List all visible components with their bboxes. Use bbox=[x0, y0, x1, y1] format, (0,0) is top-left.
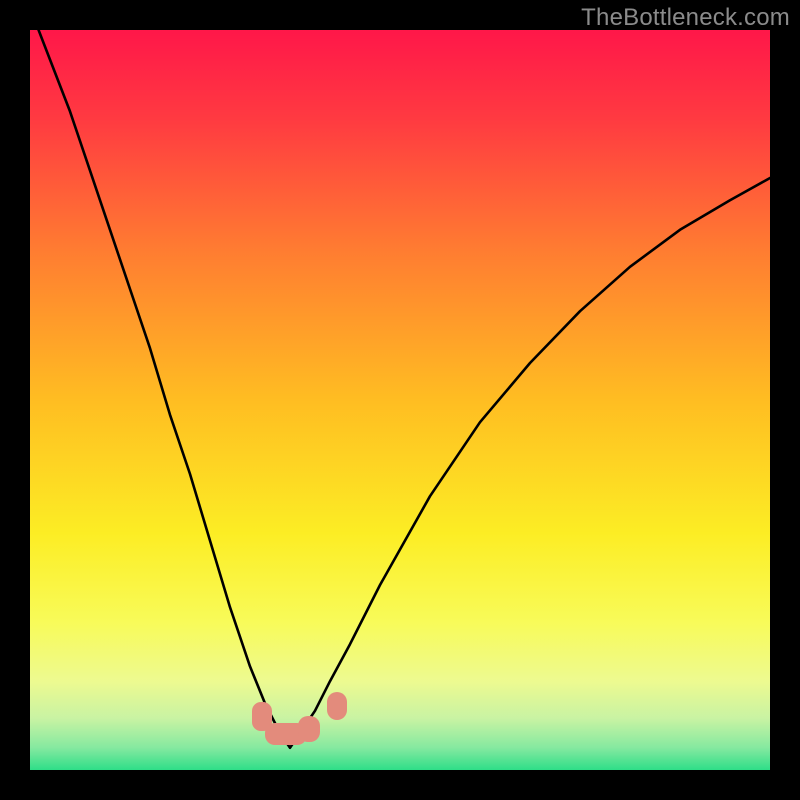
plot-area bbox=[30, 30, 770, 770]
min-bumps bbox=[30, 30, 770, 770]
chart-frame: TheBottleneck.com bbox=[0, 0, 800, 800]
watermark-text: TheBottleneck.com bbox=[581, 4, 790, 32]
